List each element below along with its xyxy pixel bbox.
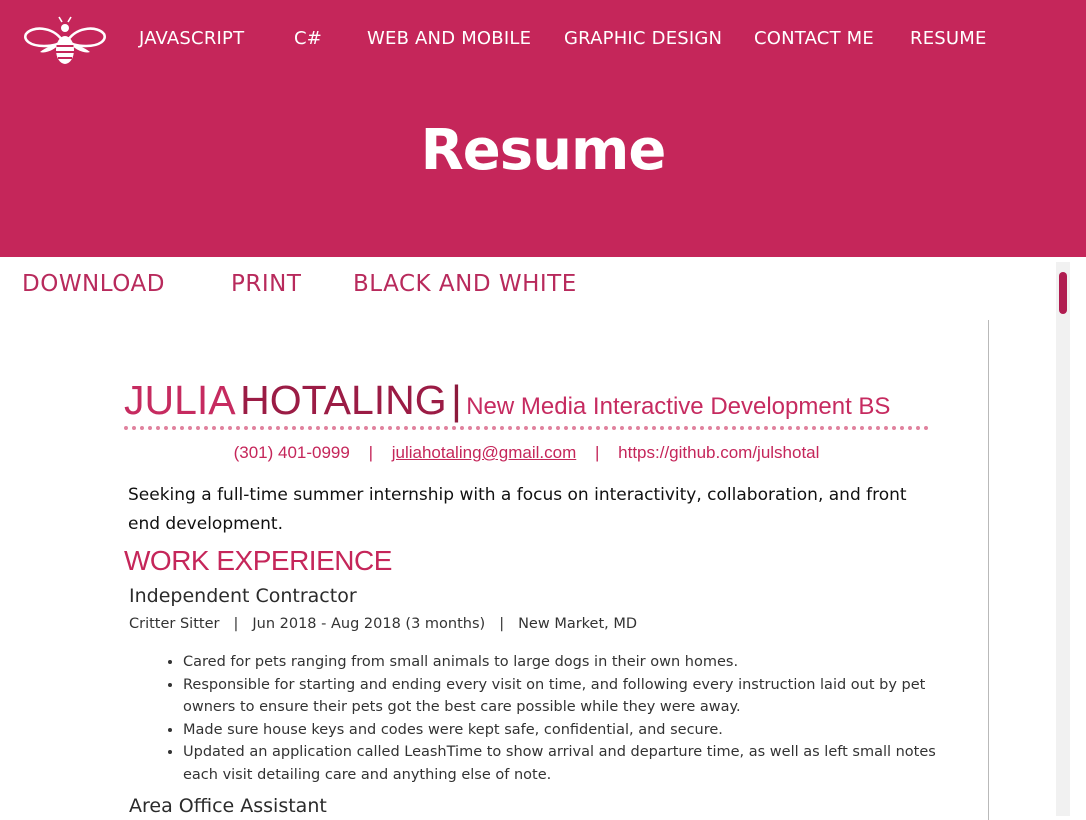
nav-link-resume[interactable]: RESUME [910,28,987,49]
meta-separator: | [499,616,505,632]
contact-github-link[interactable]: https://github.com/julshotal [618,443,819,462]
black-and-white-link[interactable]: BLACK AND WHITE [353,271,577,297]
dotted-divider [124,426,929,430]
contact-separator: | [368,443,373,462]
contact-line: (301) 401-0999 | juliahotaling@gmail.com… [124,443,929,463]
job-location: New Market, MD [518,616,638,632]
job-dates: Jun 2018 - Aug 2018 (3 months) [252,616,486,632]
contact-separator: | [594,443,600,462]
job-title: Area Office Assistant [129,795,327,817]
list-item: Responsible for starting and ending ever… [183,674,943,719]
resume-first-name: JULIA [124,377,236,423]
contact-phone: (301) 401-0999 [233,443,350,462]
meta-separator: | [233,616,239,632]
site-header: JAVASCRIPT C# WEB AND MOBILE GRAPHIC DES… [0,0,1086,257]
scrollbar-thumb[interactable] [1059,272,1067,314]
resume-last-name: HOTALING [240,377,447,423]
print-link[interactable]: PRINT [231,271,301,297]
objective-statement: Seeking a full-time summer internship wi… [128,485,907,534]
job-responsibilities-list: Cared for pets ranging from small animal… [156,651,943,786]
contact-email-link[interactable]: juliahotaling@gmail.com [392,443,577,462]
bee-logo-icon[interactable] [24,16,106,66]
job-meta: Critter Sitter | Jun 2018 - Aug 2018 (3 mo… [129,616,637,632]
name-separator: | [451,377,462,423]
resume-name-line: JULIA HOTALING | New Media Interactive D… [124,377,890,424]
nav-link-web-and-mobile[interactable]: WEB AND MOBILE [367,28,531,49]
nav-link-graphic-design[interactable]: GRAPHIC DESIGN [564,28,722,49]
download-link[interactable]: DOWNLOAD [22,271,165,297]
nav-link-csharp[interactable]: C# [294,28,322,49]
job-role: Critter Sitter [129,616,220,632]
list-item: Cared for pets ranging from small animal… [183,651,943,674]
resume-degree: New Media Interactive Development BS [466,393,891,420]
nav-link-contact-me[interactable]: CONTACT ME [754,28,874,49]
nav-link-javascript[interactable]: JAVASCRIPT [139,28,244,49]
scrollbar-track[interactable] [1056,262,1070,816]
list-item: Updated an application called LeashTime … [183,741,943,786]
list-item: Made sure house keys and codes were kept… [183,719,943,742]
job-title: Independent Contractor [129,585,357,607]
page-title: Resume [420,118,667,183]
work-experience-heading: WORK EXPERIENCE [124,545,392,576]
